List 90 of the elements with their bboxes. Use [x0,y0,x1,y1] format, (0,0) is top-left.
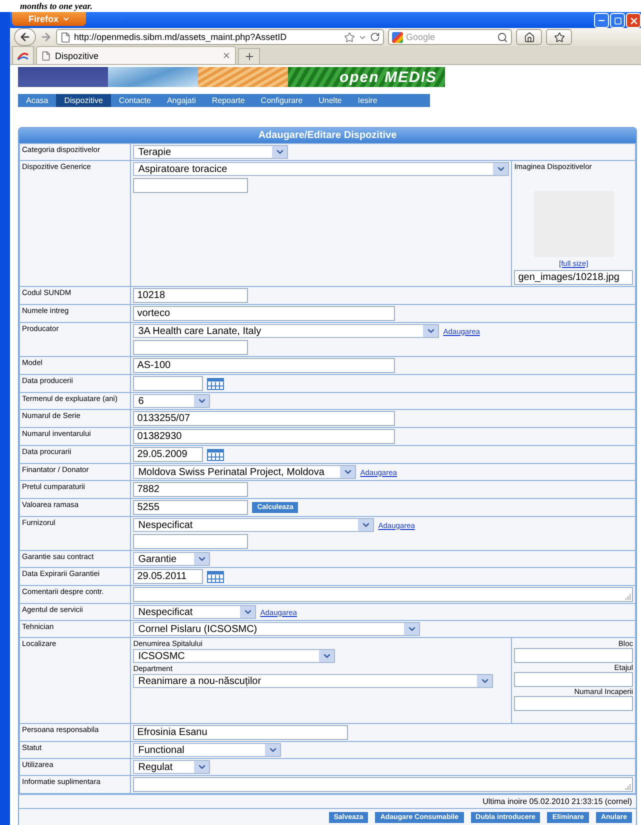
input-field[interactable] [133,534,248,549]
nav-item[interactable]: Unelte [310,94,350,107]
chevron-down-icon [194,761,210,773]
input-field[interactable]: 0133255/07 [133,411,396,426]
dropdown[interactable]: Regulat [133,760,210,774]
dropdown[interactable]: ICSOSMC [133,649,336,663]
chevron-down-icon [423,325,438,337]
close-icon [628,16,638,26]
calendar-icon[interactable] [207,448,224,460]
dropdown[interactable]: Nespecificat [133,605,256,619]
resize-grip-icon [625,594,631,600]
input-field[interactable]: AS-100 [133,358,396,373]
input-field[interactable] [133,340,248,355]
reload-icon[interactable] [370,32,380,42]
page-icon [60,32,71,42]
close-button[interactable] [626,13,641,28]
back-button[interactable] [14,28,36,46]
caret-icon [62,15,70,23]
dropdown[interactable]: Functional [133,743,282,757]
minimize-button[interactable] [594,13,609,28]
dropdown[interactable]: 3A Health care Lanate, Italy [133,324,440,338]
dropdown[interactable]: Nespecificat [133,518,374,532]
maximize-button[interactable] [610,13,625,28]
calendar-icon[interactable] [207,378,224,390]
chevron-down-icon [358,519,374,531]
resize-grip-icon [625,784,631,790]
new-tab-button[interactable] [238,48,260,64]
dropdown[interactable]: 6 [133,394,210,408]
app-tab[interactable] [12,46,34,64]
chevron-down-icon [493,163,508,175]
text-area[interactable] [133,777,633,792]
calendar-icon[interactable] [207,570,224,582]
chevron-down-icon [272,146,288,158]
chevron-down-icon [319,650,334,662]
date-field[interactable]: 29.05.2009 [133,447,204,462]
input-field[interactable]: gen_images/10218.jpg [514,270,633,285]
back-arrow-icon [19,31,31,43]
text-area[interactable] [133,587,633,602]
dropdown[interactable]: Moldova Swiss Perinatal Project, Moldova [133,465,356,479]
search-engine-icon [392,32,403,42]
search-icon[interactable] [497,32,508,42]
chevron-down-icon [194,553,210,565]
browser-logo-icon [17,50,29,60]
input-field[interactable]: 5255 [133,500,248,515]
date-field[interactable]: 29.05.2011 [133,569,204,584]
nav-item[interactable]: Configurare [252,94,311,107]
chevron-down-icon [477,675,492,687]
nav-item[interactable]: Angajati [158,94,204,107]
plus-icon [244,51,254,62]
chevron-down-icon [340,466,356,478]
chevron-down-icon [240,606,256,618]
chevron-down-icon [265,744,280,756]
forward-button[interactable] [40,31,52,43]
page-icon [41,50,51,60]
nav-item[interactable]: Repoarte [204,94,253,107]
nav-item[interactable]: Contacte [110,94,159,107]
star-icon[interactable] [344,32,355,42]
dropdown[interactable]: Cornel Pislaru (ICSOSMC) [133,622,420,636]
input-field[interactable]: 10218 [133,288,248,303]
star-icon [554,32,564,42]
input-field[interactable] [514,648,633,663]
nav-item[interactable]: Iesire [350,94,386,107]
input-field[interactable]: 01382930 [133,429,396,444]
forward-arrow-icon [40,31,52,43]
input-field[interactable]: Efrosinia Esanu [133,725,348,740]
close-icon [222,51,231,60]
input-field[interactable]: vorteco [133,306,396,321]
date-field[interactable] [133,376,204,391]
input-field[interactable]: 7882 [133,482,248,497]
dropdown[interactable]: Reanimare a nou-născuților [133,674,494,688]
input-field[interactable] [514,672,633,687]
browser-tab[interactable]: Dispozitive [36,46,236,64]
chevron-down-icon [404,623,420,635]
form-title: Adaugare/Editare Dispozitive [19,128,636,143]
nav-item[interactable]: Dispozitive [56,94,111,107]
home-icon [524,32,534,42]
input-field[interactable] [133,178,248,193]
maximize-icon [614,16,622,24]
address-bar[interactable]: http://openmedis.sibm.md/assets_maint.php?AssetID [56,29,384,45]
last-update-text: Ultima inoire 05.02.2010 21:33:15 (cornel) [482,797,632,806]
input-field[interactable] [514,696,633,711]
dropdown[interactable]: Terapie [133,145,288,159]
document-text: months to one year. [20,0,93,12]
home-button[interactable] [516,29,542,45]
dropdown[interactable]: Garantie [133,552,210,566]
bookmarks-button[interactable] [546,29,572,45]
logo-text: open MEDIS [339,68,437,86]
chevron-down-icon [194,395,210,407]
nav-item[interactable]: Acasa [18,94,56,107]
dropdown[interactable]: Aspiratoare toracice [133,162,510,176]
